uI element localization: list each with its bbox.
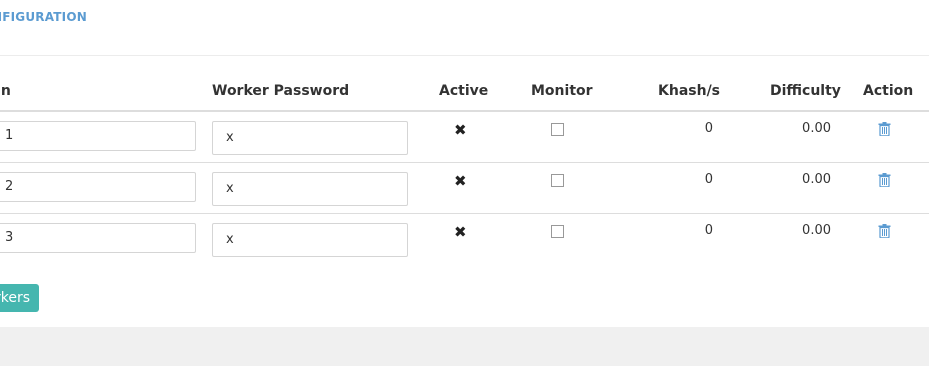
worker-password-input[interactable]: x <box>212 223 408 257</box>
khash-value: 0 <box>704 223 713 238</box>
difficulty-value: 0.00 <box>802 121 831 136</box>
difficulty-value: 0.00 <box>802 172 831 187</box>
monitor-checkbox[interactable] <box>551 174 564 187</box>
column-header-worker-password: Worker Password <box>212 83 350 99</box>
monitor-checkbox[interactable] <box>551 123 564 136</box>
difficulty-value: 0.00 <box>802 223 831 238</box>
trash-icon[interactable] <box>878 173 891 187</box>
column-header-difficulty: Difficulty <box>770 83 841 99</box>
worker-password-input[interactable]: x <box>212 121 408 155</box>
worker-login-input[interactable]: 2 <box>0 172 196 202</box>
times-icon: ✖ <box>454 172 467 190</box>
trash-icon[interactable] <box>878 122 891 136</box>
monitor-checkbox[interactable] <box>551 225 564 238</box>
footer-band <box>0 327 929 366</box>
column-header-active: Active <box>439 83 489 99</box>
table-row: 2 x ✖ 0 0.00 <box>0 163 929 214</box>
khash-value: 0 <box>704 172 713 187</box>
add-workers-button[interactable]: rkers <box>0 284 39 312</box>
worker-login-input[interactable]: 3 <box>0 223 196 253</box>
trash-icon[interactable] <box>878 224 891 238</box>
worker-login-input[interactable]: 1 <box>0 121 196 151</box>
table-row: 1 x ✖ 0 0.00 <box>0 112 929 163</box>
table-row: 3 x ✖ 0 0.00 <box>0 214 929 265</box>
column-header-monitor: Monitor <box>531 83 593 99</box>
times-icon: ✖ <box>454 223 467 241</box>
column-header-action: Action <box>863 83 914 99</box>
worker-password-input[interactable]: x <box>212 172 408 206</box>
column-header-login: gin <box>0 83 11 99</box>
title-divider <box>0 55 929 56</box>
khash-value: 0 <box>704 121 713 136</box>
workers-configuration-page: NFIGURATION gin Worker Password Active M… <box>0 0 929 366</box>
section-title: NFIGURATION <box>0 10 87 24</box>
times-icon: ✖ <box>454 121 467 139</box>
column-header-khash: Khash/s <box>658 83 721 99</box>
